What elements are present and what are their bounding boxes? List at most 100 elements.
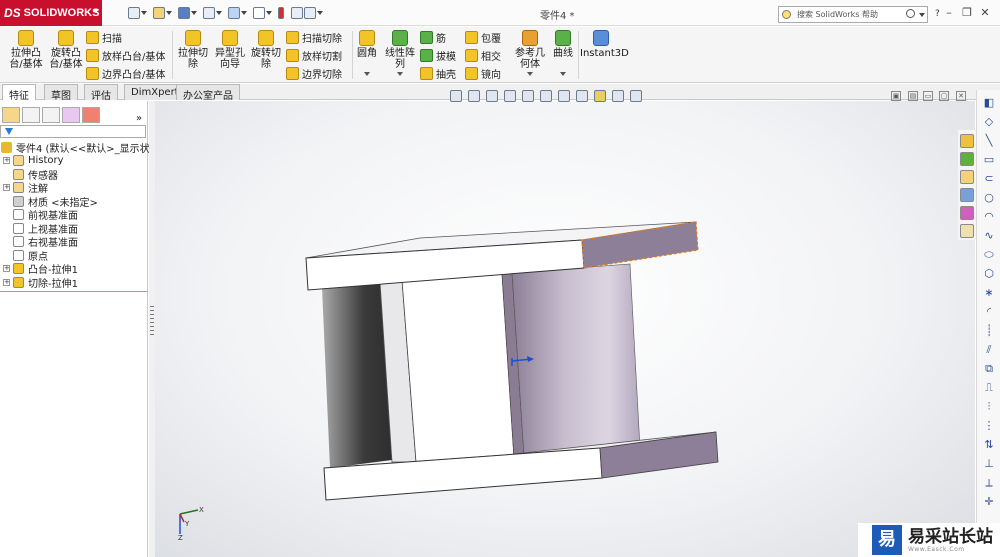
extrude-cut-button[interactable]: 拉伸切 除 (174, 30, 212, 70)
viewport-minimize-icon[interactable]: ▭ (923, 91, 933, 101)
smart-dimension-icon[interactable]: ◧ (982, 96, 996, 110)
point-icon[interactable]: ∗ (982, 286, 996, 300)
section-view-icon[interactable] (504, 90, 516, 102)
swept-cut-button[interactable]: 扫描切除 (286, 30, 342, 45)
propertymanager-tab-icon[interactable] (22, 107, 40, 123)
move-entities-icon[interactable]: ⇅ (982, 438, 996, 452)
rebuild-icon[interactable] (278, 7, 284, 19)
viewport-tile-icon[interactable]: ▤ (908, 91, 918, 101)
print-dropdown-icon[interactable] (216, 11, 222, 15)
chevron-right-icon[interactable]: » (136, 113, 142, 124)
sketch-icon[interactable]: ◇ (982, 115, 996, 129)
arc-icon[interactable]: ◠ (982, 210, 996, 224)
tree-item[interactable]: + 凸台-拉伸1 (3, 262, 78, 276)
magnifier-icon[interactable] (906, 9, 915, 18)
new-dropdown-icon[interactable] (141, 11, 147, 15)
design-library-icon[interactable] (960, 152, 974, 166)
view-orientation-icon[interactable] (540, 90, 552, 102)
file-explorer-icon[interactable] (960, 170, 974, 184)
line-icon[interactable]: ╲ (982, 134, 996, 148)
centerline-icon[interactable]: ┊ (982, 324, 996, 338)
options-icon[interactable] (304, 7, 316, 19)
splitter-grip-icon[interactable] (150, 306, 154, 336)
linear-sketch-pattern-icon[interactable]: ⋮ (982, 419, 996, 433)
tree-root-part[interactable]: 零件4 (默认<<默认>_显示状态 (1, 141, 160, 155)
tab-evaluate[interactable]: 评估 (84, 84, 118, 102)
reference-geometry-button[interactable]: 参考几 何体 (512, 30, 548, 70)
hide-show-items-icon[interactable] (576, 90, 588, 102)
expand-icon[interactable]: + (3, 278, 10, 286)
featuremanager-tab-icon[interactable] (2, 107, 20, 123)
tree-item[interactable]: + 切除-拉伸1 (3, 276, 78, 290)
ref-geometry-dropdown-icon[interactable] (527, 72, 533, 76)
options-dropdown-icon[interactable] (317, 11, 323, 15)
view-palette-icon[interactable] (960, 188, 974, 202)
fillet-dropdown-icon[interactable] (364, 72, 370, 76)
instant3d-button[interactable]: Instant3D (580, 30, 629, 59)
curves-button[interactable]: 曲线 (550, 30, 576, 59)
boundary-boss-button[interactable]: 边界凸台/基体 (86, 66, 165, 81)
offset-entities-icon[interactable]: ⎍ (982, 381, 996, 395)
intersect-button[interactable]: 相交 (465, 48, 501, 63)
undo-icon[interactable] (228, 7, 240, 19)
print-icon[interactable] (203, 7, 215, 19)
graphics-viewport[interactable] (155, 101, 975, 557)
solidworks-logo[interactable]: DS SOLIDWORKS (0, 0, 102, 26)
file-properties-icon[interactable] (291, 7, 303, 19)
new-document-icon[interactable] (128, 7, 140, 19)
curves-dropdown-icon[interactable] (560, 72, 566, 76)
tree-item[interactable]: + History (3, 154, 64, 167)
custom-properties-icon[interactable] (960, 224, 974, 238)
restore-button[interactable]: ❐ (960, 6, 974, 20)
tree-item[interactable]: + 注解 (3, 181, 48, 195)
polygon-icon[interactable]: ⬡ (982, 267, 996, 281)
circle-icon[interactable]: ○ (982, 191, 996, 205)
search-dropdown-icon[interactable] (919, 13, 925, 17)
select-dropdown-icon[interactable] (266, 11, 272, 15)
quick-snaps-icon[interactable]: ✛ (982, 495, 996, 509)
tree-item[interactable]: 前视基准面 (3, 208, 78, 222)
minimize-button[interactable]: – (942, 6, 956, 20)
edit-appearance-icon[interactable] (594, 90, 606, 102)
viewport-maximize-icon[interactable]: ▢ (939, 91, 949, 101)
close-button[interactable]: ✕ (978, 6, 992, 20)
viewport-close-icon[interactable]: ✕ (956, 91, 966, 101)
sweep-button[interactable]: 扫描 (86, 30, 122, 45)
shell-button[interactable]: 抽壳 (420, 66, 456, 81)
appearances-icon[interactable] (960, 206, 974, 220)
mirror-entities-icon[interactable]: ⫶ (982, 400, 996, 414)
view-settings-icon[interactable] (630, 90, 642, 102)
tree-item[interactable]: 材质 <未指定> (3, 195, 98, 209)
pattern-dropdown-icon[interactable] (397, 72, 403, 76)
linear-pattern-button[interactable]: 线性阵 列 (382, 30, 418, 70)
trim-icon[interactable]: ⫽ (982, 343, 996, 357)
search-input[interactable]: 搜索 SolidWorks 帮助 (778, 6, 928, 23)
previous-view-icon[interactable] (486, 90, 498, 102)
extrude-boss-button[interactable]: 拉伸凸 台/基体 (6, 30, 46, 70)
spline-icon[interactable]: ∿ (982, 229, 996, 243)
open-folder-icon[interactable] (153, 7, 165, 19)
boundary-cut-button[interactable]: 边界切除 (286, 66, 342, 81)
save-icon[interactable] (178, 7, 190, 19)
zoom-to-fit-icon[interactable] (450, 90, 462, 102)
expand-icon[interactable]: + (3, 157, 10, 164)
tab-features[interactable]: 特征 (2, 84, 36, 102)
slot-icon[interactable]: ⊂ (982, 172, 996, 186)
zoom-to-area-icon[interactable] (468, 90, 480, 102)
wrap-button[interactable]: 包覆 (465, 30, 501, 45)
open-dropdown-icon[interactable] (166, 11, 172, 15)
display-style-icon[interactable] (558, 90, 570, 102)
tree-item[interactable]: 右视基准面 (3, 235, 78, 249)
tree-filter-input[interactable] (0, 125, 146, 138)
tab-office-products[interactable]: 办公室产品 (176, 84, 240, 102)
display-manager-tab-icon[interactable] (82, 107, 100, 123)
rectangle-icon[interactable]: ▭ (982, 153, 996, 167)
convert-entities-icon[interactable]: ⧉ (982, 362, 996, 376)
expand-icon[interactable]: + (3, 184, 10, 191)
undo-dropdown-icon[interactable] (241, 11, 247, 15)
display-relations-icon[interactable]: ⊥ (982, 457, 996, 471)
repair-sketch-icon[interactable]: ⟂ (982, 476, 996, 490)
revolve-boss-button[interactable]: 旋转凸 台/基体 (46, 30, 86, 70)
revolve-cut-button[interactable]: 旋转切 除 (248, 30, 284, 70)
ellipse-icon[interactable]: ⬭ (982, 248, 996, 262)
